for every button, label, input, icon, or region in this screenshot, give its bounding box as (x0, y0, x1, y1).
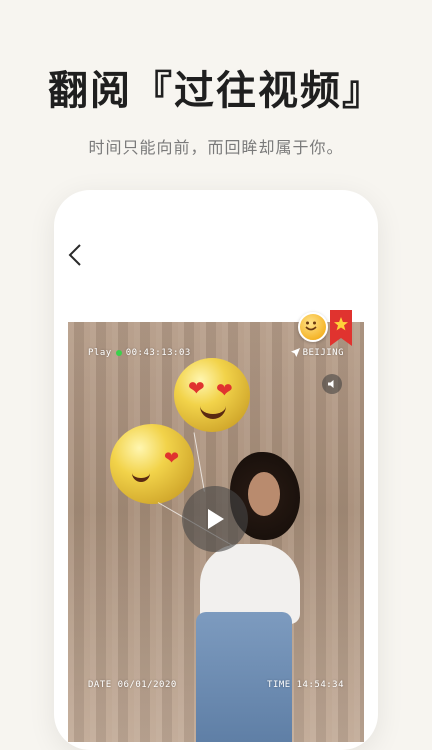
star-ribbon-icon (330, 310, 352, 346)
location-label: BEIJING (302, 348, 344, 358)
back-button[interactable] (64, 240, 88, 270)
time-stamp: TIME 14:54:34 (267, 680, 344, 690)
favorite-ribbon-button[interactable] (330, 310, 352, 346)
play-button[interactable] (182, 486, 248, 552)
page-subtitle: 时间只能向前，而回眸却属于你。 (88, 138, 344, 157)
navigation-arrow-icon (290, 348, 300, 357)
emoji-reaction-button[interactable] (298, 312, 328, 342)
video-player[interactable]: ❤ ❤ ❤ Play 00:43:13:03 BEIJING DATE 06/0… (68, 322, 364, 742)
chevron-left-icon (68, 244, 81, 266)
speaker-icon (328, 380, 334, 388)
page-headline: 翻阅『过往视频』 (48, 68, 384, 114)
play-icon (208, 509, 224, 529)
phone-frame: ❤ ❤ ❤ Play 00:43:13:03 BEIJING DATE 06/0… (54, 190, 378, 750)
person-face (248, 472, 280, 516)
mute-button[interactable] (322, 374, 342, 394)
smiley-emoji-icon (305, 321, 317, 331)
play-status-label: Play (88, 348, 112, 358)
recording-dot-icon (115, 349, 122, 356)
person-jeans (196, 612, 292, 742)
play-timecode: 00:43:13:03 (125, 348, 191, 358)
kissing-balloon: ❤ (110, 424, 194, 504)
play-status: Play 00:43:13:03 (88, 348, 191, 358)
location-tag: BEIJING (290, 348, 344, 358)
date-stamp: DATE 06/01/2020 (88, 680, 177, 690)
heart-eyes-balloon: ❤ ❤ (174, 358, 250, 432)
